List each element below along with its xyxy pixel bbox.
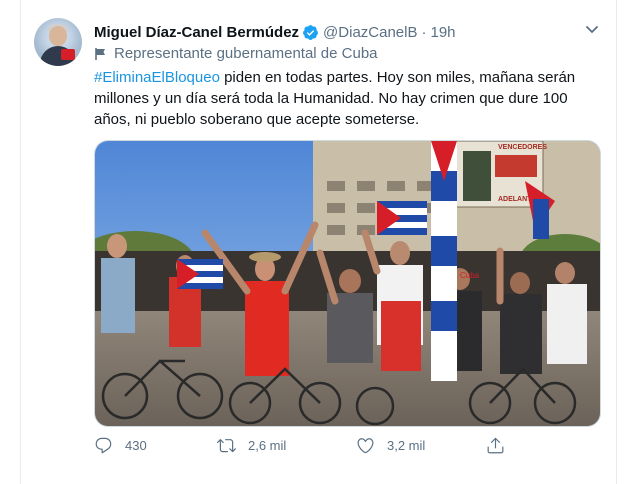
avatar[interactable]	[34, 18, 82, 66]
tweet-actions: 430 2,6 mil 3,2 mil	[94, 436, 599, 460]
reply-count: 430	[125, 438, 147, 453]
timeline-right-border	[616, 0, 617, 484]
tweet-header: Miguel Díaz-Canel Bermúdez @DiazCanelB ·…	[94, 22, 456, 42]
author-handle[interactable]: @DiazCanelB	[323, 24, 417, 41]
retweet-count: 2,6 mil	[248, 438, 287, 453]
tweet-text: #EliminaElBloqueo piden en todas partes.…	[94, 67, 604, 130]
billboard-top-text: VENCEDORES	[498, 144, 547, 151]
like-count: 3,2 mil	[387, 438, 426, 453]
cuban-flag-center	[377, 201, 427, 235]
author-name[interactable]: Miguel Díaz-Canel Bermúdez	[94, 24, 299, 41]
share-button[interactable]	[486, 436, 517, 455]
retweet-button[interactable]: 2,6 mil	[217, 436, 286, 455]
avatar-cuba-badge	[61, 49, 75, 60]
cap-text: Cuba	[460, 271, 480, 280]
chevron-down-icon[interactable]	[583, 26, 601, 34]
retweet-icon	[217, 439, 236, 453]
tweet-photo[interactable]: VENCEDORES ADELANTE Cuba	[94, 140, 601, 427]
like-button[interactable]: 3,2 mil	[356, 436, 425, 455]
reply-button[interactable]: 430	[94, 436, 147, 455]
cuban-flag-left	[177, 259, 223, 289]
timeline-left-border	[20, 0, 21, 484]
account-label-text: Representante gubernamental de Cuba	[114, 45, 378, 62]
share-icon	[487, 437, 504, 454]
verified-badge-icon	[303, 24, 318, 40]
account-label[interactable]: Representante gubernamental de Cuba	[94, 45, 378, 62]
government-flag-icon	[95, 47, 105, 60]
reply-icon	[95, 437, 112, 454]
crowd-photo: VENCEDORES ADELANTE Cuba	[95, 141, 600, 426]
separator-dot: ·	[421, 23, 427, 41]
like-icon	[357, 438, 374, 454]
hashtag-link[interactable]: #EliminaElBloqueo	[94, 69, 220, 86]
tweet-time[interactable]: 19h	[430, 24, 455, 41]
cuban-flag-tall	[431, 141, 457, 381]
